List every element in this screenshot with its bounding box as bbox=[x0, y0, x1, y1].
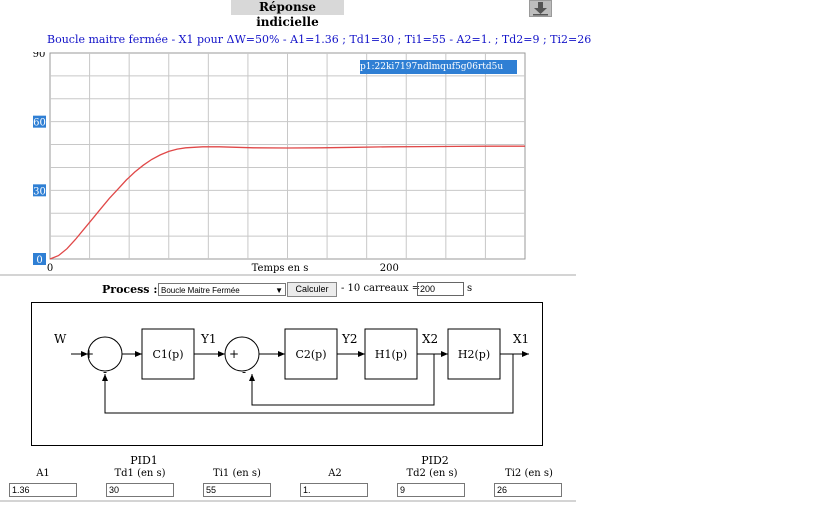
page-title: Réponse indicielle bbox=[256, 0, 319, 29]
block-H2-label: H2(p) bbox=[458, 348, 490, 361]
Ti2-label: Ti2 (en s) bbox=[505, 468, 553, 479]
block-C2-label: C2(p) bbox=[295, 348, 326, 361]
x-tick-label: 0 bbox=[47, 263, 53, 274]
title-bar: Réponse indicielle bbox=[231, 0, 344, 29]
x-axis-label: Temps en s bbox=[252, 263, 309, 274]
A1-label: A1 bbox=[36, 468, 50, 479]
Ti2-input[interactable]: 26 bbox=[494, 483, 562, 497]
download-icon bbox=[533, 2, 548, 16]
signal-Y1: Y1 bbox=[200, 332, 217, 346]
A2-label: A2 bbox=[328, 468, 342, 479]
chart-title: Boucle maitre fermée - X1 pour ΔW=50% - … bbox=[47, 33, 592, 46]
block-H1-label: H1(p) bbox=[375, 348, 407, 361]
Ti1-label: Ti1 (en s) bbox=[213, 468, 261, 479]
calculate-button[interactable]: Calculer bbox=[287, 282, 337, 297]
separator-top bbox=[0, 274, 576, 276]
Td2-label: Td2 (en s) bbox=[406, 468, 458, 479]
app-root: Réponse indicielle Boucle maitre fermée … bbox=[0, 0, 819, 517]
block-C1-label: C1(p) bbox=[152, 348, 183, 361]
signal-Y2: Y2 bbox=[341, 332, 358, 346]
signal-X2: X2 bbox=[422, 332, 438, 346]
signal-X1: X1 bbox=[513, 332, 529, 346]
sum1-plus: + bbox=[84, 347, 94, 361]
pid2-header: PID2 bbox=[421, 454, 449, 467]
scale-unit: s bbox=[467, 283, 473, 294]
process-label: Process : bbox=[102, 283, 158, 296]
pid1-header: PID1 bbox=[130, 454, 158, 467]
sum2-minus: - bbox=[242, 365, 246, 379]
scale-label: - 10 carreaux = bbox=[341, 283, 421, 294]
y-tick-label: 60 bbox=[33, 118, 46, 129]
Td2-input[interactable]: 9 bbox=[397, 483, 465, 497]
y-tick-label: 90 bbox=[33, 52, 46, 60]
x-tick-label: 200 bbox=[380, 263, 399, 274]
Ti1-input[interactable]: 55 bbox=[203, 483, 271, 497]
A2-input[interactable]: 1. bbox=[300, 483, 368, 497]
Td1-label: Td1 (en s) bbox=[114, 468, 166, 479]
process-select-value: Boucle Maitre Fermée bbox=[161, 286, 240, 295]
A1-input[interactable]: 1.36 bbox=[9, 483, 77, 497]
separator-bottom bbox=[0, 500, 576, 502]
dropdown-arrow-icon: ▼ bbox=[275, 286, 283, 295]
Td1-input[interactable]: 30 bbox=[106, 483, 174, 497]
process-select[interactable]: Boucle Maitre Fermée ▼ bbox=[158, 283, 286, 296]
y-tick-label: 30 bbox=[33, 186, 46, 197]
step-response-chart: 0 30 60 90 0 200 Temps en s bbox=[33, 52, 526, 274]
legend-highlight: p1:22ki7197ndlmquf5g06rtd5u bbox=[360, 60, 517, 74]
chart-grid bbox=[49, 52, 526, 260]
signal-W: W bbox=[54, 332, 67, 346]
block-diagram: W + - C1(p) Y1 + - C2(p) Y2 H1(p) X2 H2(… bbox=[31, 302, 543, 446]
scale-input[interactable]: 200 bbox=[417, 282, 464, 296]
sum2-plus: + bbox=[229, 347, 239, 361]
y-tick-label: 0 bbox=[36, 255, 42, 266]
download-button[interactable] bbox=[529, 0, 552, 17]
